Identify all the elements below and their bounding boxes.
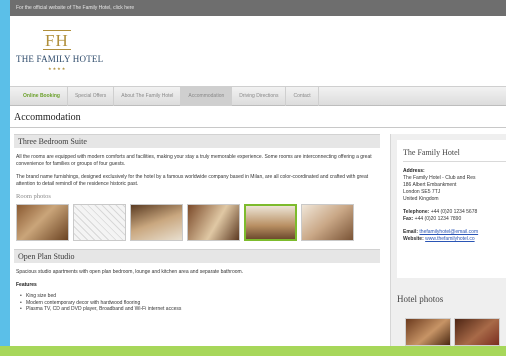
bottom-bar bbox=[0, 346, 506, 356]
floor-plan-thumbnail[interactable] bbox=[73, 204, 126, 241]
room-photo-thumbnail[interactable] bbox=[16, 204, 69, 241]
features-list: King size bed Modern contemporary decor … bbox=[14, 293, 380, 313]
hotel-photo-thumbnail[interactable] bbox=[454, 318, 500, 346]
nav-online-booking[interactable]: Online Booking bbox=[16, 86, 68, 106]
contact-box: The Family Hotel Address: The Family Hot… bbox=[397, 140, 506, 278]
fax-label: Fax: bbox=[403, 216, 414, 222]
header: FH THE FAMILY HOTEL ★★★★ bbox=[10, 16, 506, 86]
address-line: 186 Albert Embankment bbox=[403, 182, 457, 188]
studio-description: Spacious studio apartments with open pla… bbox=[16, 269, 244, 275]
page-frame: For the official website of The Family H… bbox=[10, 0, 506, 346]
telephone-row: Telephone: +44 (0)20 1234 5678 bbox=[403, 209, 506, 216]
website-row: Website: www.thefamilyhotel.co bbox=[403, 236, 506, 243]
address-line: United Kingdom bbox=[403, 196, 439, 202]
room-photo-thumbnail[interactable] bbox=[301, 204, 354, 241]
email-link[interactable]: thefamilyhotel@email.com bbox=[419, 229, 478, 235]
features-label: Features bbox=[16, 282, 37, 288]
hotel-photos-gallery bbox=[405, 318, 506, 346]
nav-accommodation[interactable]: Accommodation bbox=[181, 86, 233, 106]
address-label: Address: bbox=[403, 168, 425, 174]
fax-row: Fax: +44 (0)20 1234 7890 bbox=[403, 216, 506, 223]
address-line: London SE5 7TJ bbox=[403, 189, 441, 195]
hotel-photos-title: Hotel photos bbox=[397, 294, 444, 304]
nav-special-offers[interactable]: Special Offers bbox=[68, 86, 115, 106]
nav-contact[interactable]: Contact bbox=[286, 86, 319, 106]
website-label: Website: bbox=[403, 236, 424, 242]
email-label: Email: bbox=[403, 229, 419, 235]
list-item: Plasma TV, CD and DVD player, Broadband … bbox=[20, 306, 380, 313]
main-nav: Online Booking Special Offers About The … bbox=[10, 86, 506, 106]
nav-driving-directions[interactable]: Driving Directions bbox=[232, 86, 287, 106]
fax-value: +44 (0)20 1234 7890 bbox=[414, 216, 462, 222]
main-content: Three Bedroom Suite All the rooms are eq… bbox=[14, 134, 380, 313]
nav-about[interactable]: About The Family Hotel bbox=[114, 86, 182, 106]
hotel-photo-thumbnail[interactable] bbox=[405, 318, 451, 346]
address-line: The Family Hotel - Club and Res bbox=[403, 175, 476, 181]
section-heading-suite: Three Bedroom Suite bbox=[14, 134, 380, 148]
title-divider bbox=[10, 127, 506, 128]
room-photos-gallery bbox=[14, 204, 380, 241]
sidebar: The Family Hotel Address: The Family Hot… bbox=[390, 134, 506, 346]
section-heading-studio: Open Plan Studio bbox=[14, 249, 380, 263]
telephone-label: Telephone: bbox=[403, 209, 430, 215]
logo-mark[interactable]: FH bbox=[43, 30, 71, 50]
logo-name[interactable]: THE FAMILY HOTEL bbox=[16, 54, 103, 64]
star-rating: ★★★★ bbox=[48, 66, 67, 71]
room-photos-label: Room photos bbox=[16, 193, 51, 200]
email-row: Email: thefamilyhotel@email.com bbox=[403, 229, 506, 236]
page-title: Accommodation bbox=[14, 112, 81, 123]
website-link[interactable]: www.thefamilyhotel.co bbox=[425, 236, 474, 242]
suite-description: All the rooms are equipped with modern c… bbox=[16, 154, 372, 167]
telephone-value: +44 (0)20 1234 5678 bbox=[430, 209, 478, 215]
room-photo-thumbnail-selected[interactable] bbox=[244, 204, 297, 241]
official-site-notice[interactable]: For the official website of The Family H… bbox=[10, 0, 506, 16]
room-photo-thumbnail[interactable] bbox=[130, 204, 183, 241]
room-photo-thumbnail[interactable] bbox=[187, 204, 240, 241]
suite-furnishings: The brand name furnishings, designed exc… bbox=[16, 174, 369, 187]
sidebar-title: The Family Hotel bbox=[403, 148, 506, 162]
